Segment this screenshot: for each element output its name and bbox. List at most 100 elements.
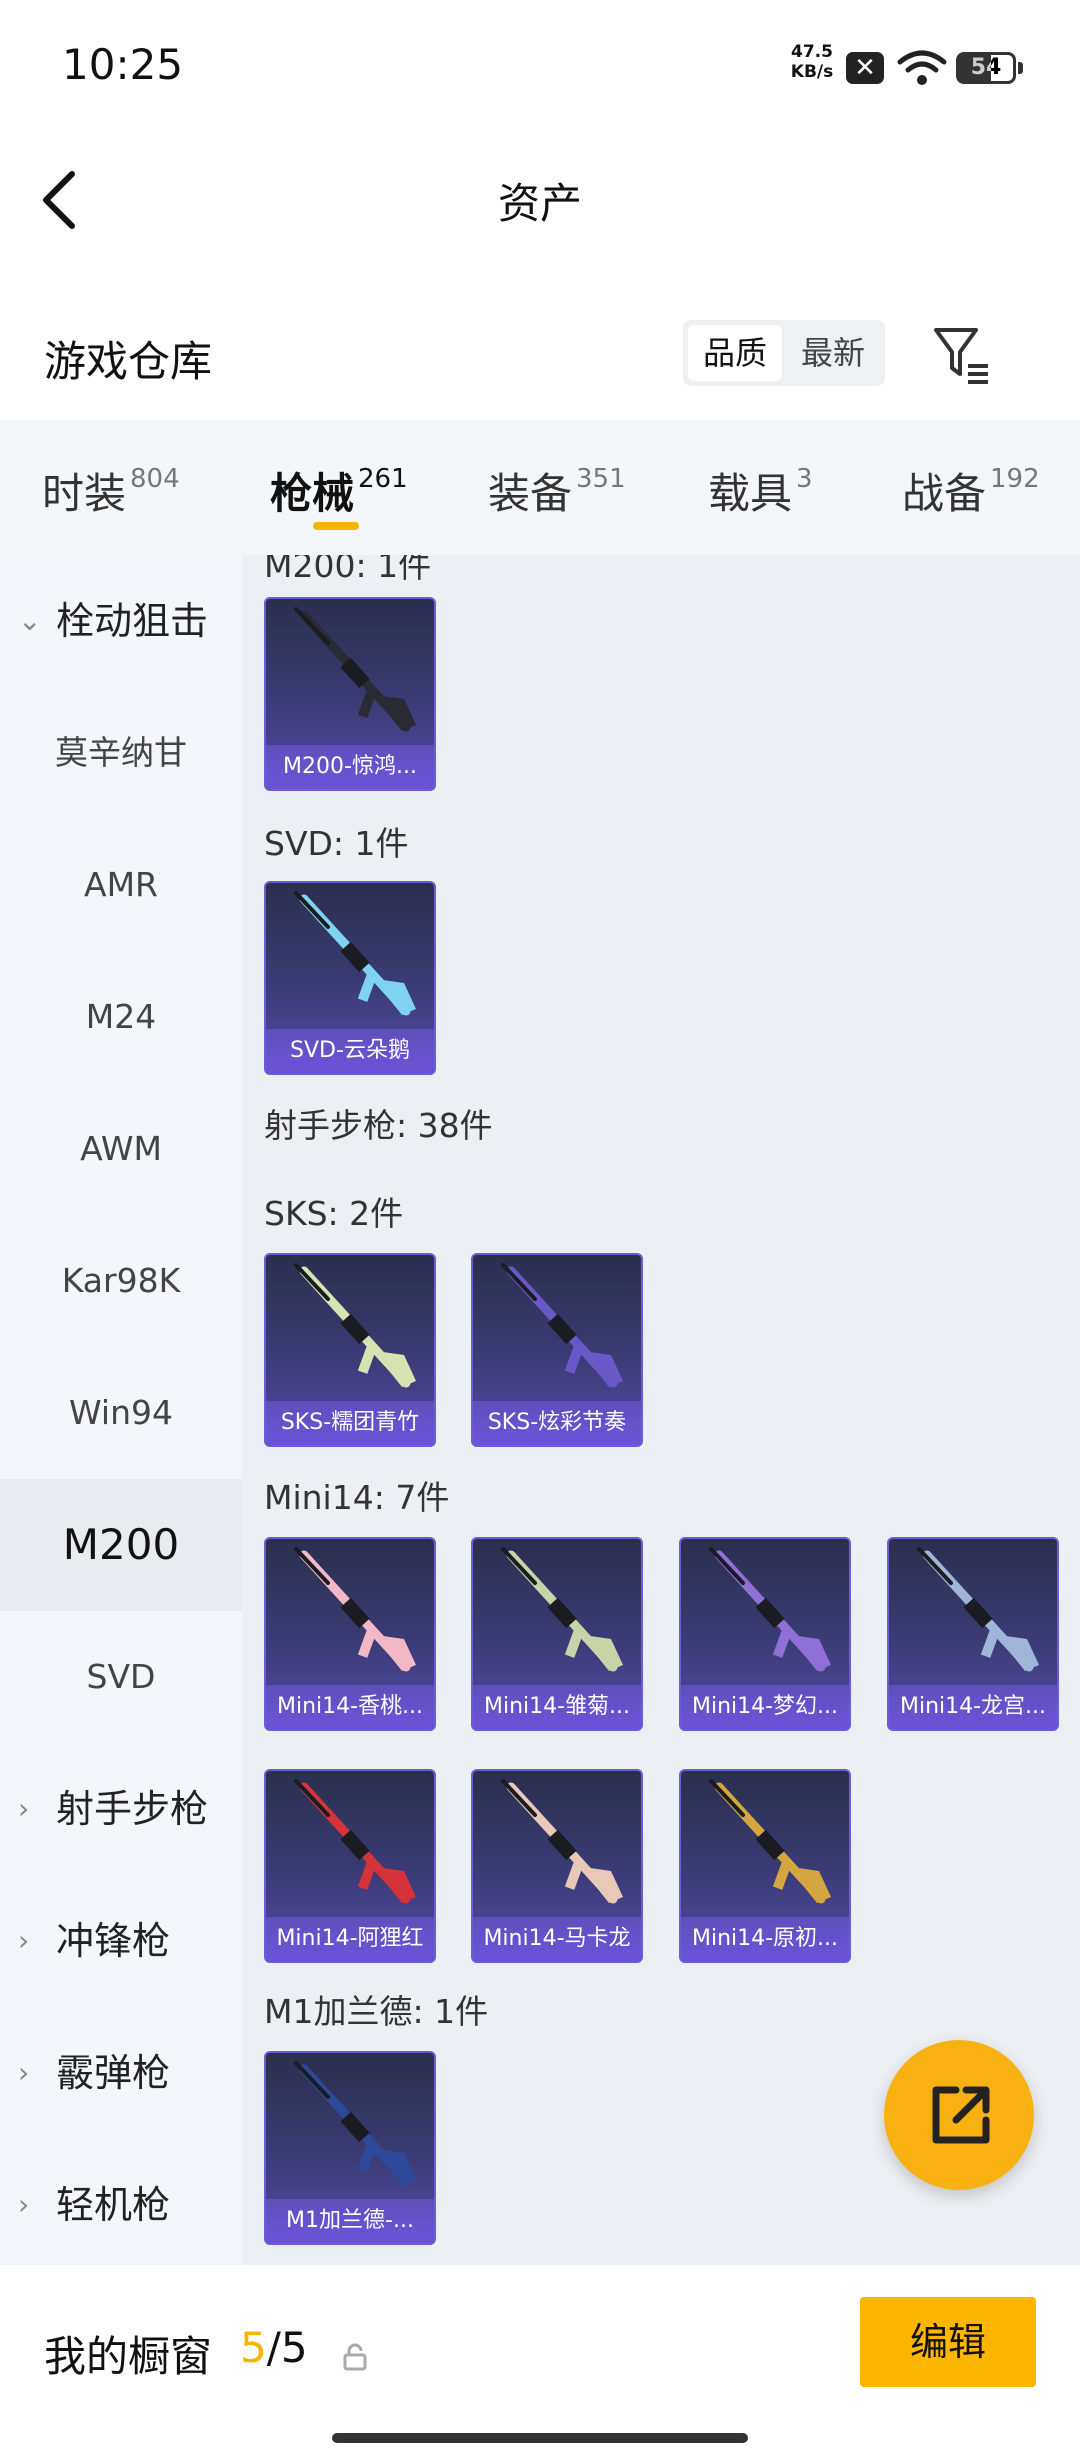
- wifi-icon: [897, 50, 947, 85]
- sidebar-item-m200[interactable]: M200: [0, 1479, 242, 1611]
- share-icon: [932, 2086, 990, 2144]
- weapon-card-label: Mini14-阿狸红: [266, 1917, 434, 1961]
- tab-count: 3: [796, 464, 813, 494]
- weapon-card-label: Mini14-龙宫...: [889, 1685, 1057, 1729]
- weapon-image: [709, 1547, 831, 1672]
- no-sim-icon: ✕: [846, 52, 884, 84]
- weapon-card[interactable]: SKS-炫彩节奏: [471, 1253, 643, 1447]
- sidebar-item-svd[interactable]: SVD: [0, 1611, 242, 1743]
- sidebar-item-bolt-action-sniper[interactable]: ⌄ 栓动狙击: [0, 555, 242, 687]
- weapon-card[interactable]: Mini14-香桃...: [264, 1537, 436, 1731]
- home-indicator: [332, 2433, 748, 2443]
- sidebar-item-label: SVD: [86, 1657, 156, 1696]
- sidebar-item-label: AWM: [80, 1129, 162, 1168]
- tab-label: 战备: [902, 469, 987, 518]
- weapon-card[interactable]: M200-惊鸿...: [264, 597, 436, 791]
- sidebar-item-label: 霰弹枪: [56, 2051, 171, 2095]
- weapon-card[interactable]: SVD-云朵鹅: [264, 881, 436, 1075]
- sidebar-item-label: M200: [62, 1520, 180, 1569]
- weapon-card-label: SKS-炫彩节奏: [473, 1401, 641, 1445]
- weapon-card-label: M1加兰德-...: [266, 2199, 434, 2243]
- section-title-marksman: 射手步枪: 38件: [264, 1106, 493, 1145]
- tab-equipment[interactable]: 装备 351: [488, 460, 626, 521]
- status-bar: 10:25 47.5 KB/s ✕ 54: [0, 0, 1080, 130]
- weapon-card-label: Mini14-雏菊...: [473, 1685, 641, 1729]
- sidebar-item-win94[interactable]: Win94: [0, 1347, 242, 1479]
- weapon-image: [294, 2061, 416, 2186]
- battery-level: 54: [970, 55, 1002, 80]
- tab-supplies[interactable]: 战备 192: [902, 460, 1040, 521]
- sidebar-item-label: AMR: [84, 865, 158, 904]
- tab-count: 261: [358, 464, 408, 494]
- warehouse-title: 游戏仓库: [44, 337, 213, 386]
- chevron-down-icon: ⌄: [18, 604, 42, 637]
- sidebar-item-kar98k[interactable]: Kar98K: [0, 1215, 242, 1347]
- battery-icon: 54: [956, 52, 1016, 84]
- weapon-card-label: SVD-云朵鹅: [266, 1029, 434, 1073]
- weapon-image: [917, 1547, 1039, 1672]
- tab-label: 载具: [708, 469, 793, 518]
- weapon-list[interactable]: M200: 1件 M200-惊鸿... SVD: 1件 SVD-云朵鹅 射手步枪…: [242, 555, 1080, 2265]
- showcase-count-current: 5: [240, 2323, 267, 2372]
- sidebar-item-label: 射手步枪: [56, 1787, 209, 1831]
- weapon-card[interactable]: Mini14-梦幻...: [679, 1537, 851, 1731]
- chevron-right-icon: ›: [18, 2056, 30, 2089]
- showcase-count-total: 5: [280, 2323, 308, 2372]
- chevron-right-icon: ›: [18, 1792, 30, 1825]
- sort-toggle: 品质 最新: [683, 320, 885, 386]
- showcase-count: 5/5: [240, 2323, 308, 2372]
- tab-label: 时装: [42, 469, 127, 518]
- weapon-image: [709, 1779, 831, 1904]
- sidebar-item-smg[interactable]: › 冲锋枪: [0, 1875, 242, 2007]
- weapon-card-label: Mini14-香桃...: [266, 1685, 434, 1729]
- weapon-card-label: Mini14-原初...: [681, 1917, 849, 1961]
- network-speed-value: 47.5: [791, 42, 833, 62]
- sidebar-item-shotgun[interactable]: › 霰弹枪: [0, 2007, 242, 2139]
- tab-firearms[interactable]: 枪械 261: [270, 460, 408, 521]
- network-speed-unit: KB/s: [790, 62, 834, 82]
- sidebar-item-label: Win94: [69, 1393, 173, 1432]
- edit-button[interactable]: 编辑: [860, 2297, 1036, 2387]
- section-title-sks: SKS: 2件: [264, 1194, 404, 1233]
- sidebar-item-mosin[interactable]: 莫辛纳甘: [0, 687, 242, 819]
- tab-vehicles[interactable]: 载具 3: [708, 460, 813, 521]
- sidebar-item-awm[interactable]: AWM: [0, 1083, 242, 1215]
- sort-newest-button[interactable]: 最新: [786, 325, 880, 381]
- tab-count: 192: [990, 464, 1040, 494]
- sort-quality-button[interactable]: 品质: [688, 325, 782, 381]
- share-button[interactable]: [884, 2040, 1034, 2190]
- tab-count: 804: [130, 464, 180, 494]
- sidebar-item-marksman-rifle[interactable]: › 射手步枪: [0, 1743, 242, 1875]
- showcase-count-separator: /: [266, 2323, 281, 2372]
- section-title-mini14: Mini14: 7件: [264, 1478, 450, 1517]
- weapon-image: [294, 891, 416, 1016]
- weapon-card[interactable]: SKS-糯团青竹: [264, 1253, 436, 1447]
- sidebar-item-label: 莫辛纳甘: [55, 733, 187, 772]
- weapon-image: [294, 1547, 416, 1672]
- weapon-card[interactable]: Mini14-龙宫...: [887, 1537, 1059, 1731]
- weapon-card-label: SKS-糯团青竹: [266, 1401, 434, 1445]
- tab-fashion[interactable]: 时装 804: [42, 460, 180, 521]
- weapon-image: [294, 1779, 416, 1904]
- bottom-bar: 我的橱窗 5/5 编辑: [0, 2265, 1080, 2460]
- tab-count: 351: [576, 464, 626, 494]
- weapon-card-label: Mini14-马卡龙: [473, 1917, 641, 1961]
- sidebar-item-label: M24: [85, 997, 157, 1036]
- chevron-right-icon: ›: [18, 2188, 30, 2221]
- weapon-card[interactable]: Mini14-原初...: [679, 1769, 851, 1963]
- sidebar-item-label: 冲锋枪: [56, 1919, 171, 1963]
- sidebar-item-m24[interactable]: M24: [0, 951, 242, 1083]
- sidebar-item-label: 栓动狙击: [56, 599, 209, 643]
- weapon-card[interactable]: M1加兰德-...: [264, 2051, 436, 2245]
- weapon-card[interactable]: Mini14-马卡龙: [471, 1769, 643, 1963]
- chevron-right-icon: ›: [18, 1924, 30, 1957]
- section-title-m1-garand: M1加兰德: 1件: [264, 1992, 489, 2031]
- filter-icon[interactable]: [930, 324, 994, 388]
- warehouse-header: 游戏仓库 品质 最新: [0, 300, 1080, 420]
- weapon-card[interactable]: Mini14-雏菊...: [471, 1537, 643, 1731]
- weapon-card[interactable]: Mini14-阿狸红: [264, 1769, 436, 1963]
- sidebar-item-lmg[interactable]: › 轻机枪: [0, 2139, 242, 2271]
- sidebar-item-amr[interactable]: AMR: [0, 819, 242, 951]
- category-tabs: 时装 804 枪械 261 装备 351 载具 3 战备 192: [0, 420, 1080, 555]
- section-title-m200: M200: 1件: [264, 555, 432, 585]
